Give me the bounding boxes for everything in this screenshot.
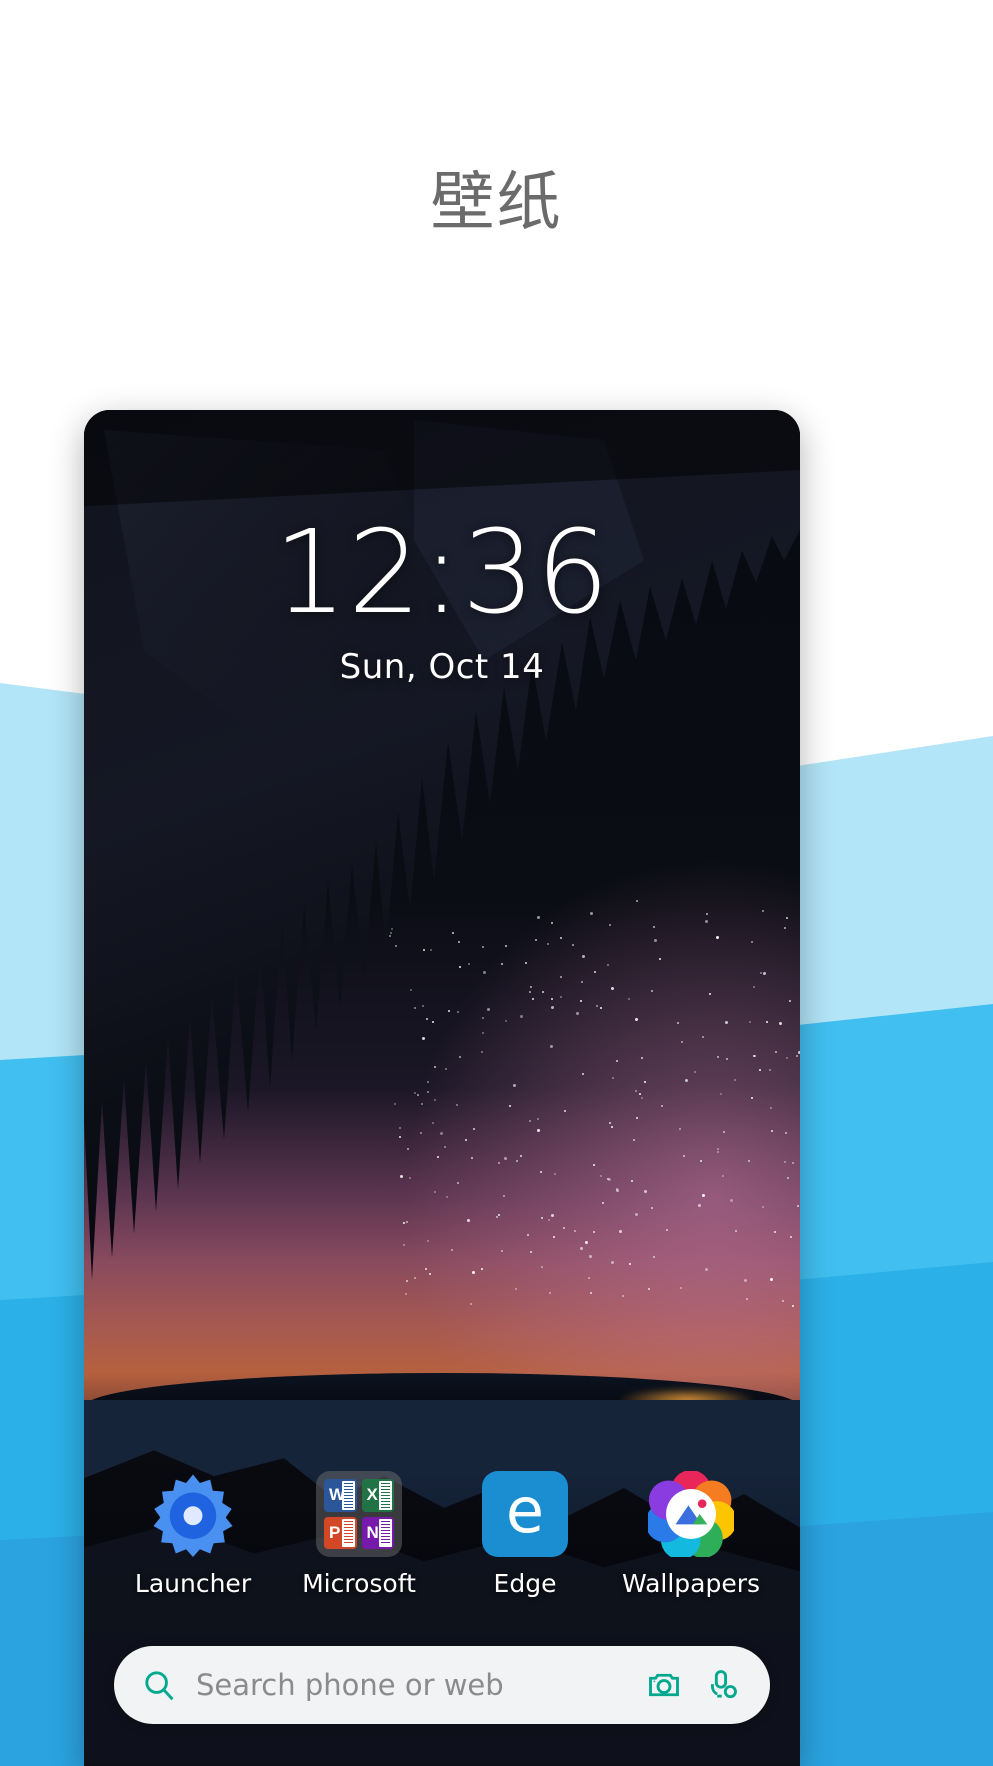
clock-date: Sun, Oct 14 <box>339 647 545 687</box>
app-microsoft-label: Microsoft <box>302 1569 416 1598</box>
app-dock-row: Launcher W X P N Microsoft e Edge Wallpa… <box>84 1471 800 1598</box>
excel-letter: X <box>366 1485 378 1505</box>
search-icon[interactable] <box>140 1666 178 1704</box>
app-wallpapers[interactable]: Wallpapers <box>616 1471 766 1598</box>
app-microsoft-icon-wrap[interactable]: W X P N <box>316 1471 402 1557</box>
search-input[interactable]: Search phone or web <box>196 1668 628 1702</box>
edge-icon[interactable]: e <box>482 1471 568 1557</box>
screenshot-root: 壁纸 12:36 Sun, Oct 14 Launcher W X P N Mi… <box>0 0 993 1766</box>
onenote-page-glyph <box>379 1518 392 1547</box>
search-bar[interactable]: Search phone or web <box>114 1646 770 1724</box>
clock-time: 12:36 <box>273 506 611 640</box>
onenote-letter: N <box>366 1522 379 1542</box>
powerpoint-letter: P <box>329 1522 341 1542</box>
wallpapers-icon <box>648 1471 734 1557</box>
gear-icon <box>153 1474 233 1557</box>
cortana-mic-icon[interactable] <box>700 1663 744 1707</box>
excel-page-glyph <box>379 1481 392 1510</box>
phone-mockup: 12:36 Sun, Oct 14 Launcher W X P N Micro… <box>84 410 800 1766</box>
edge-glyph: e <box>505 1474 545 1547</box>
app-edge-label: Edge <box>493 1569 557 1598</box>
app-launcher-icon-wrap[interactable] <box>150 1471 236 1557</box>
powerpoint-page-glyph <box>341 1518 355 1547</box>
app-launcher[interactable]: Launcher <box>118 1471 268 1598</box>
app-launcher-label: Launcher <box>134 1569 252 1598</box>
powerpoint-tile[interactable]: P <box>324 1516 357 1549</box>
page-title: 壁纸 <box>430 166 563 240</box>
app-folder-icon[interactable]: W X P N <box>316 1471 402 1557</box>
onenote-tile[interactable]: N <box>361 1516 394 1549</box>
app-microsoft-folder[interactable]: W X P N Microsoft <box>284 1471 434 1598</box>
app-wallpapers-icon-wrap[interactable] <box>648 1471 734 1557</box>
app-wallpapers-label: Wallpapers <box>621 1569 761 1598</box>
camera-icon[interactable] <box>642 1663 686 1707</box>
app-edge[interactable]: e Edge <box>450 1471 600 1598</box>
word-tile[interactable]: W <box>324 1479 357 1512</box>
excel-tile[interactable]: X <box>361 1479 394 1512</box>
app-edge-icon-wrap[interactable]: e <box>482 1471 568 1557</box>
word-page-glyph <box>341 1481 355 1510</box>
lockscreen-clock: 12:36 Sun, Oct 14 <box>84 506 800 688</box>
